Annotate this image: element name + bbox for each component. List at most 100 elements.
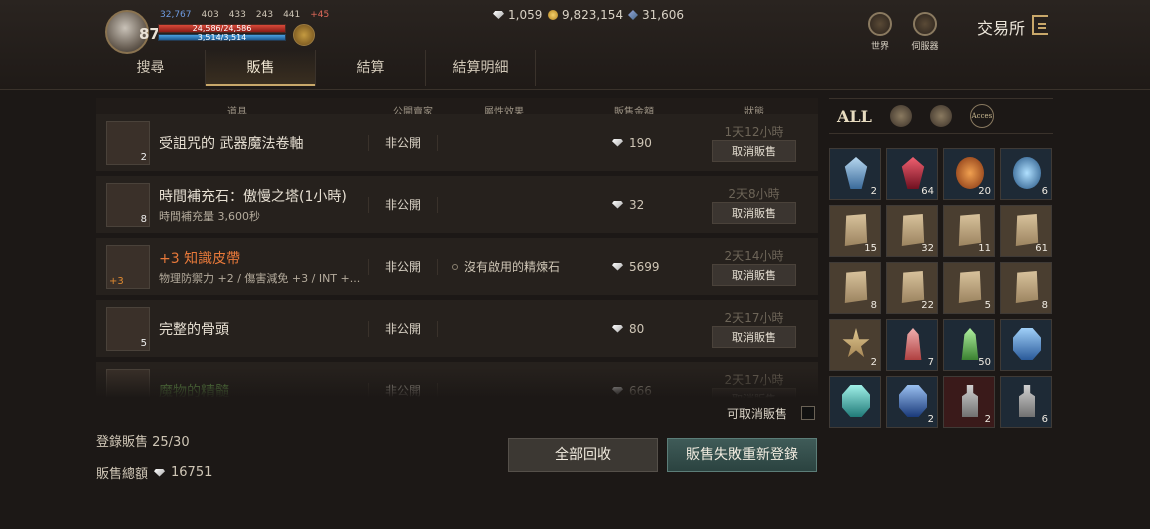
page-title: 交易所 [977,19,1026,38]
bag-icon[interactable] [929,105,952,127]
remaining-time: 2天8小時 [728,187,780,201]
item-icon [842,328,870,358]
sale-table: 道具 公開賣家 屬性效果 販售金額 狀態 2 受詛咒的 武器魔法卷軸 非公開 190 1… [96,98,818,398]
inventory-slot[interactable]: 8 [829,262,881,314]
diamond-icon [612,324,623,333]
inventory-slot[interactable]: 5 [943,262,995,314]
registered-count: 登錄販售 25/30 [96,435,190,450]
item-name: 受詛咒的 武器魔法卷軸 [159,135,304,152]
collect-all-button[interactable]: 全部回收 [508,438,658,472]
relist-failed-button[interactable]: 販售失敗重新登錄 [667,438,817,472]
cancelable-checkbox[interactable] [801,406,815,420]
server-button[interactable]: 伺服器 [905,12,945,52]
refine-dot-icon [452,263,458,270]
tab-sell[interactable]: 販售 [206,50,316,86]
stat-1: 403 [201,10,219,20]
inventory-slot[interactable]: 2 [886,376,938,428]
item-count: 5 [140,337,147,349]
world-button[interactable]: 世界 [860,12,900,52]
remaining-time: 1天12小時 [724,125,784,139]
inventory-slot[interactable]: 15 [829,205,881,257]
scroll-fade [96,368,818,398]
gold-amount: 9,823,154 [562,8,624,22]
inventory-slot[interactable]: 2 [829,319,881,371]
slot-count: 11 [978,243,991,254]
item-icon [1013,157,1041,189]
price-cell: 32 [598,198,708,212]
item-icon [962,385,978,417]
item-icon [904,328,922,360]
stat-2: 433 [228,10,246,20]
cancel-sale-button[interactable]: 取消販售 [712,140,796,162]
slot-count: 6 [1041,186,1048,197]
tab-settle-details[interactable]: 結算明細 [426,50,536,86]
slot-count: 5 [984,300,991,311]
tab-search[interactable]: 搜尋 [96,50,206,86]
crystal-currency: 31,606 [628,8,684,22]
item-icon [956,157,984,189]
inventory-slot[interactable] [829,376,881,428]
item-icon [958,271,982,303]
slot-count: 50 [978,357,991,368]
diamond-icon [154,468,166,477]
inventory-slot[interactable]: 61 [1000,205,1052,257]
cancel-sale-button[interactable]: 取消販售 [712,202,796,224]
item-icon[interactable]: +3 [106,244,150,289]
guild-emblem-icon[interactable] [293,24,315,46]
inventory-tab-accessory[interactable]: Acces [969,104,994,128]
inventory-slot[interactable]: 20 [943,148,995,200]
inventory-slot[interactable] [1000,319,1052,371]
price-value: 32 [629,197,645,212]
inventory-slot[interactable]: 6 [1000,148,1052,200]
stat-4: 441 [283,10,301,20]
public-seller: 非公開 [368,134,438,151]
inventory-slot[interactable]: 2 [943,376,995,428]
player-stats: 32,767 403 433 243 441 +45 [160,10,329,20]
status-cell: 1天12小時 取消販售 [708,123,800,162]
status-cell: 2天17小時取消販售 [708,309,800,348]
inventory-slot[interactable]: 2 [829,148,881,200]
cancel-sale-button[interactable]: 取消販售 [712,326,796,348]
inventory-slot[interactable]: 32 [886,205,938,257]
diamond-icon [612,200,623,209]
mp-text: 3,514/3,514 [197,33,247,42]
table-row[interactable]: 5 完整的骨頭 非公開 80 2天17小時 取消販售 [96,300,818,357]
table-row[interactable]: 2 受詛咒的 武器魔法卷軸 非公開 190 1天12小時 取消販售 [96,114,818,171]
slot-count: 64 [921,186,934,197]
inventory-slot[interactable]: 6 [1000,376,1052,428]
exit-icon[interactable] [1032,15,1048,35]
inventory-slot[interactable]: 8 [1000,262,1052,314]
table-row[interactable]: 8 時間補充石：傲慢之塔(1小時) 時間補充量 3,600秒 非公開 32 2天8小時 取消… [96,176,818,233]
item-name: +3 知識皮帶 [159,250,241,267]
item-icon[interactable]: 8 [106,182,150,227]
slot-count: 32 [921,243,934,254]
inventory-slot[interactable]: 11 [943,205,995,257]
inventory-slot[interactable]: 50 [943,319,995,371]
inventory-slot[interactable]: 64 [886,148,938,200]
slot-count: 20 [978,186,991,197]
world-label: 世界 [870,42,889,52]
item-icon [844,157,868,189]
table-row[interactable]: +3 +3 知識皮帶 物理防禦力 +2 / 傷害減免 +3 / INT +... 非公… [96,238,818,295]
item-icon [901,271,925,303]
item-subtext: 時間補充量 3,600秒 [159,209,260,223]
item-icon [842,385,870,417]
tab-settle[interactable]: 結算 [316,50,426,86]
public-seller: 非公開 [368,258,438,275]
remaining-time: 2天14小時 [724,249,784,263]
crystal-icon [628,10,638,20]
stat-3: 243 [255,10,274,20]
item-icon [901,214,925,246]
inventory-slot[interactable]: 22 [886,262,938,314]
price-value: 5699 [629,259,660,274]
stat-5: +45 [310,10,330,20]
helmet-icon[interactable] [889,105,912,127]
public-seller: 非公開 [368,196,438,213]
inventory-slot[interactable]: 7 [886,319,938,371]
world-icon [868,12,892,36]
item-icon[interactable]: 2 [106,120,150,165]
item-icon[interactable]: 5 [106,306,150,351]
item-icon [844,271,868,303]
inventory-tab-all[interactable]: ALL [837,107,872,126]
cancel-sale-button[interactable]: 取消販售 [712,264,796,286]
